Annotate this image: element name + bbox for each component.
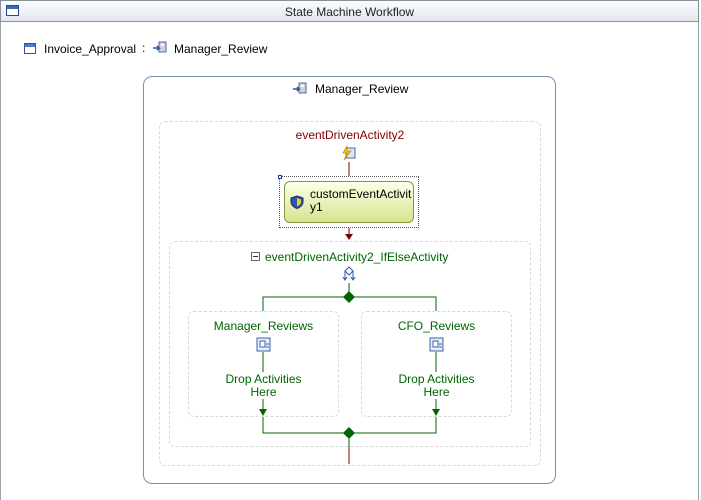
ifelse-bottom-diamond bbox=[343, 427, 355, 439]
connector-lines bbox=[259, 162, 440, 464]
branch-left-arrow bbox=[259, 409, 267, 416]
connector-arrow-down bbox=[345, 234, 353, 240]
branch-right-arrow bbox=[432, 409, 440, 416]
